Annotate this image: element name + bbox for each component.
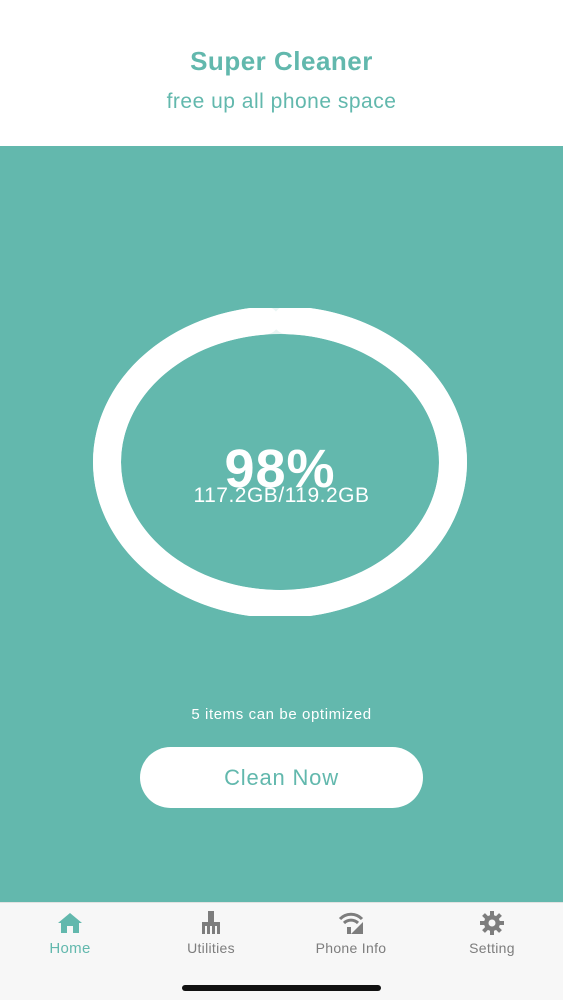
tab-home[interactable]: Home — [15, 909, 125, 965]
optimize-message: 5 items can be optimized — [191, 706, 372, 723]
home-indicator — [182, 985, 381, 991]
tab-utilities-label: Utilities — [187, 940, 235, 956]
clean-now-button[interactable]: Clean Now — [140, 747, 423, 808]
screen: Super Cleaner free up all phone space 98… — [0, 0, 563, 1000]
tab-home-label: Home — [49, 940, 91, 957]
tab-setting-label: Setting — [469, 940, 515, 956]
wifi-signal-icon — [336, 909, 366, 937]
app-subtitle: free up all phone space — [166, 90, 397, 113]
tab-utilities[interactable]: Utilities — [156, 909, 266, 965]
app-title: Super Cleaner — [190, 46, 373, 76]
home-icon — [55, 909, 85, 937]
tab-setting[interactable]: Setting — [437, 909, 547, 965]
broom-icon — [196, 909, 226, 937]
storage-capacity: 117.2GB/119.2GB — [193, 484, 370, 507]
storage-gauge: 98% — [90, 306, 470, 618]
tab-phone-info[interactable]: Phone Info — [296, 909, 406, 965]
gear-icon — [477, 909, 507, 937]
tab-phone-info-label: Phone Info — [315, 940, 387, 956]
header: Super Cleaner free up all phone space — [0, 0, 563, 146]
main-panel: 98% 117.2GB/119.2GB 5 items can be optim… — [0, 146, 563, 902]
